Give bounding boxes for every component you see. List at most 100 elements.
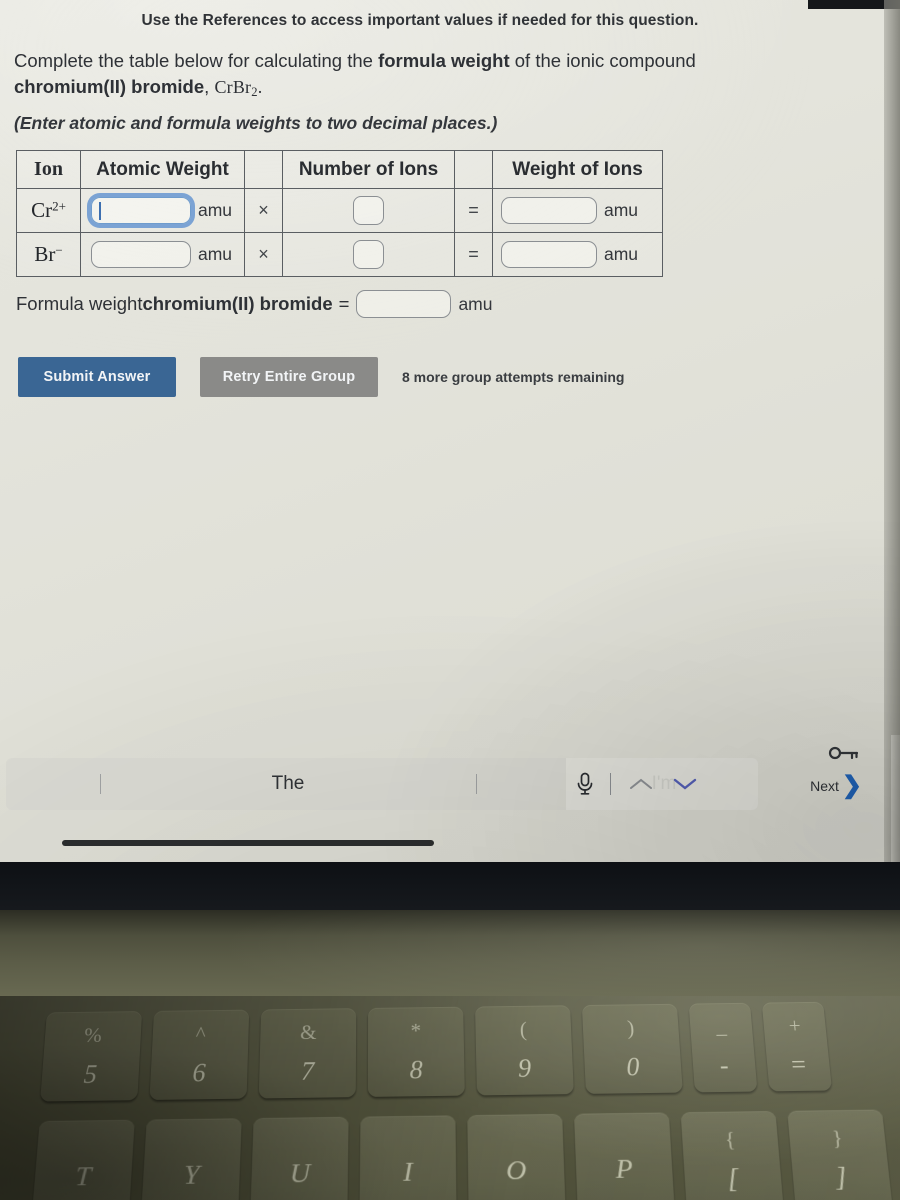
tools-divider — [610, 773, 611, 795]
key-primary-label: T — [74, 1161, 93, 1193]
keyboard-key-[[interactable]: {[ — [680, 1111, 785, 1200]
suggestion-slot-1[interactable] — [6, 758, 194, 810]
keyboard-key-o[interactable]: O — [467, 1113, 566, 1200]
keyboard-number-row: % 5 ^ 6 & 7 * 8(9) 0 _ - + = — [40, 1001, 844, 1102]
keyboard-key-y[interactable]: Y — [140, 1118, 242, 1200]
ion-symbol: Cr — [31, 198, 53, 222]
weight-of-ions-input-cr[interactable] — [501, 197, 597, 224]
next-field-button[interactable]: Next ❯ — [810, 774, 862, 798]
action-button-row: Submit Answer Retry Entire Group 8 more … — [18, 357, 624, 397]
next-button-label: Next — [810, 778, 839, 794]
decimal-places-note: (Enter atomic and formula weights to two… — [14, 113, 498, 133]
chevron-up-icon[interactable] — [627, 776, 655, 792]
ion-charge: − — [55, 242, 63, 258]
cell-weight-of-ions-br: amu — [492, 232, 663, 277]
formula-period: . — [257, 77, 263, 97]
tablet-screen: Use the References to access important v… — [0, 0, 900, 862]
text-caret — [99, 202, 102, 220]
key-shift-label: { — [724, 1126, 736, 1151]
keyboard-key-9[interactable]: (9 — [475, 1005, 574, 1096]
cell-atomic-weight-cr: amu — [80, 188, 245, 233]
chevron-down-icon[interactable] — [671, 776, 699, 792]
keyboard-key-7[interactable]: & 7 — [258, 1008, 357, 1099]
table-header-row: Ion Atomic Weight Number of Ions Weight … — [16, 150, 663, 189]
prompt-bold-compound: chromium(II) bromide — [14, 76, 205, 97]
cell-number-of-ions-cr — [282, 188, 455, 233]
number-of-ions-input-br[interactable] — [353, 240, 384, 269]
amu-unit-label: amu — [604, 244, 639, 264]
keyboard-key-u[interactable]: U — [250, 1116, 349, 1200]
table-row: Cr2+ amu × = amu — [16, 188, 663, 233]
formula-weight-equals: = — [338, 293, 350, 314]
bezel-right-lower — [891, 735, 900, 862]
formula-weight-input[interactable] — [356, 290, 452, 318]
key-primary-label: 6 — [191, 1057, 207, 1087]
equals-operator: = — [454, 232, 493, 277]
keyboard-key-0[interactable]: ) 0 — [581, 1003, 683, 1094]
atomic-weight-input-br[interactable] — [91, 241, 191, 268]
chevron-right-icon: ❯ — [841, 772, 862, 799]
cell-number-of-ions-br — [282, 232, 455, 277]
key-shift-label: } — [831, 1125, 844, 1149]
suggestion-text: The — [271, 773, 305, 794]
ion-charge: 2+ — [52, 198, 66, 214]
key-shift-label: * — [410, 1018, 422, 1043]
key-primary-label: - — [718, 1050, 730, 1080]
atomic-weight-input-cr[interactable] — [91, 197, 191, 224]
keyboard-key-p[interactable]: P — [573, 1112, 675, 1200]
formula-weight-label-compound: chromium(II) bromide — [142, 293, 333, 314]
keyboard-key-][interactable]: }] — [787, 1109, 894, 1200]
key-shift-label: & — [299, 1019, 317, 1044]
attempts-remaining-text: 8 more group attempts remaining — [402, 369, 625, 385]
key-primary-label: = — [788, 1049, 809, 1079]
key-primary-label: U — [289, 1158, 311, 1190]
key-primary-label: [ — [726, 1162, 740, 1194]
keyboard-key-8[interactable]: * 8 — [367, 1006, 465, 1097]
weight-of-ions-input-br[interactable] — [501, 241, 597, 268]
keyboard-suggestion-bar: The I'm — [0, 756, 884, 816]
keyboard-key--[interactable]: _ - — [688, 1002, 758, 1093]
keyboard-key-=[interactable]: + = — [761, 1001, 833, 1092]
key-shift-label: ( — [519, 1017, 528, 1041]
home-indicator[interactable] — [62, 840, 434, 846]
submit-answer-button[interactable]: Submit Answer — [18, 357, 176, 397]
ion-symbol: Br — [34, 242, 56, 266]
reference-instruction: Use the References to access important v… — [141, 12, 699, 29]
keyboard-key-i[interactable]: I — [359, 1115, 457, 1200]
keyboard-key-t[interactable]: T — [31, 1119, 135, 1200]
suggestion-divider — [99, 774, 101, 794]
suggestion-slot-3[interactable] — [382, 758, 570, 810]
ion-label-br: Br− — [16, 232, 81, 277]
formula-weight-result-row: Formula weight chromium(II) bromide = am… — [16, 290, 492, 318]
keyboard-key-5[interactable]: % 5 — [40, 1011, 143, 1102]
microphone-icon[interactable] — [576, 772, 594, 796]
bezel-right-edge — [884, 0, 900, 862]
key-shift-label: ^ — [195, 1021, 207, 1046]
amu-unit-label: amu — [604, 200, 639, 220]
keyboard-letter-row: T Y U I O P{[}] — [31, 1109, 900, 1200]
webpage-content: Use the References to access important v… — [0, 0, 884, 862]
screen-bottom-bezel — [0, 862, 900, 914]
cell-weight-of-ions-cr: amu — [492, 188, 663, 233]
retry-entire-group-button[interactable]: Retry Entire Group — [200, 357, 378, 397]
key-primary-label: O — [505, 1155, 527, 1187]
key-primary-label: 8 — [409, 1054, 423, 1084]
ion-label-cr: Cr2+ — [16, 188, 81, 233]
formula-base: CrBr — [214, 77, 252, 97]
amu-unit-label: amu — [198, 200, 233, 220]
header-atomic-weight: Atomic Weight — [80, 150, 245, 189]
keyboard-key-6[interactable]: ^ 6 — [149, 1009, 250, 1100]
key-shift-label: ) — [626, 1015, 635, 1040]
header-number-of-ions: Number of Ions — [282, 150, 455, 189]
suggestion-divider — [475, 774, 477, 794]
table-row: Br− amu × = amu — [16, 232, 663, 277]
formula-weight-unit: amu — [458, 293, 493, 314]
keyboard-tools — [566, 758, 758, 810]
key-primary-label: I — [403, 1156, 413, 1188]
number-of-ions-input-cr[interactable] — [353, 196, 384, 225]
key-shift-label: % — [83, 1022, 103, 1047]
physical-keyboard: % 5 ^ 6 & 7 * 8(9) 0 _ - + = T Y U I O P{[}] — [0, 996, 900, 1200]
key-primary-label: P — [614, 1153, 634, 1185]
equals-operator: = — [454, 188, 493, 233]
suggestion-slot-2[interactable]: The — [194, 758, 382, 810]
